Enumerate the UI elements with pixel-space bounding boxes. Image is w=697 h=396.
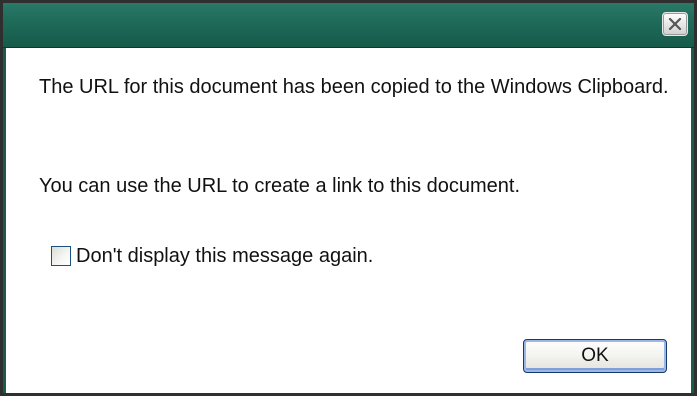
dont-show-again-label[interactable]: Don't display this message again.	[76, 244, 373, 268]
ok-button[interactable]: OK	[523, 339, 667, 373]
message-text: The URL for this document has been copie…	[39, 76, 669, 98]
close-button[interactable]	[662, 12, 688, 36]
close-icon	[668, 18, 682, 30]
dialog-titlebar[interactable]	[3, 3, 694, 48]
clipboard-dialog: The URL for this document has been copie…	[0, 0, 697, 396]
dont-show-again-checkbox[interactable]	[51, 246, 71, 266]
dialog-body: The URL for this document has been copie…	[3, 48, 694, 393]
message-hint-text: You can use the URL to create a link to …	[39, 175, 521, 197]
dont-show-again-option[interactable]: Don't display this message again.	[51, 244, 373, 268]
